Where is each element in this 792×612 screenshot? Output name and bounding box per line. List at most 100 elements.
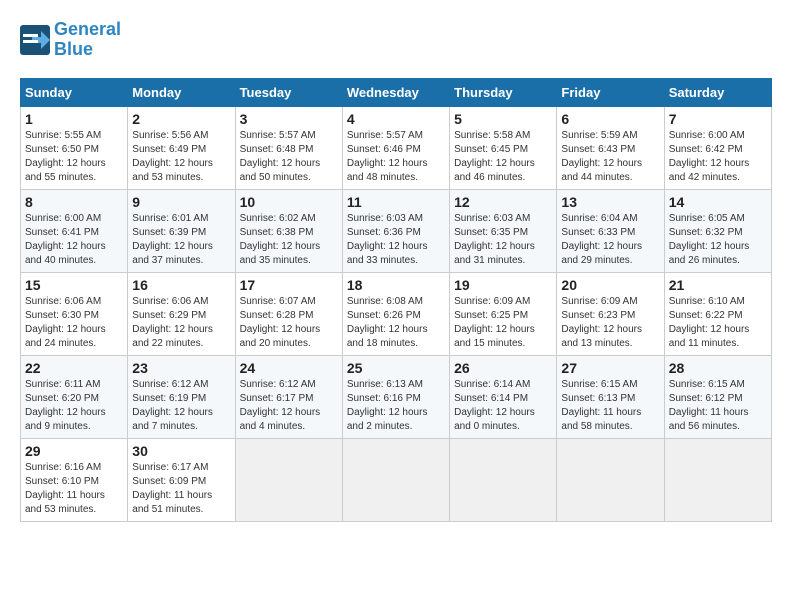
calendar-cell xyxy=(557,438,664,521)
day-info: Sunrise: 5:56 AM Sunset: 6:49 PM Dayligh… xyxy=(132,129,230,185)
calendar-cell: 29 Sunrise: 6:16 AM Sunset: 6:10 PM Dayli… xyxy=(21,438,128,521)
day-number: 18 xyxy=(347,277,445,293)
day-number: 8 xyxy=(25,194,123,210)
day-info: Sunrise: 5:58 AM Sunset: 6:45 PM Dayligh… xyxy=(454,129,552,185)
calendar-week-row-1: 1 Sunrise: 5:55 AM Sunset: 6:50 PM Daylig… xyxy=(21,106,772,189)
calendar-cell: 27 Sunrise: 6:15 AM Sunset: 6:13 PM Dayli… xyxy=(557,355,664,438)
calendar-week-row-5: 29 Sunrise: 6:16 AM Sunset: 6:10 PM Dayli… xyxy=(21,438,772,521)
day-number: 23 xyxy=(132,360,230,376)
day-info: Sunrise: 6:03 AM Sunset: 6:36 PM Dayligh… xyxy=(347,212,445,268)
weekday-header-wednesday: Wednesday xyxy=(342,78,449,106)
weekday-header-sunday: Sunday xyxy=(21,78,128,106)
day-number: 26 xyxy=(454,360,552,376)
day-number: 10 xyxy=(240,194,338,210)
day-number: 9 xyxy=(132,194,230,210)
day-info: Sunrise: 6:06 AM Sunset: 6:29 PM Dayligh… xyxy=(132,295,230,351)
calendar-cell: 25 Sunrise: 6:13 AM Sunset: 6:16 PM Dayli… xyxy=(342,355,449,438)
weekday-header-monday: Monday xyxy=(128,78,235,106)
day-info: Sunrise: 6:13 AM Sunset: 6:16 PM Dayligh… xyxy=(347,378,445,434)
day-info: Sunrise: 6:09 AM Sunset: 6:23 PM Dayligh… xyxy=(561,295,659,351)
day-info: Sunrise: 6:15 AM Sunset: 6:13 PM Dayligh… xyxy=(561,378,659,434)
calendar-cell: 6Sunrise: 5:59 AM Sunset: 6:43 PM Daylig… xyxy=(557,106,664,189)
weekday-header-friday: Friday xyxy=(557,78,664,106)
weekday-header-row: SundayMondayTuesdayWednesdayThursdayFrid… xyxy=(21,78,772,106)
calendar-cell: 10 Sunrise: 6:02 AM Sunset: 6:38 PM Dayli… xyxy=(235,189,342,272)
calendar-cell: 3 Sunrise: 5:57 AM Sunset: 6:48 PM Daylig… xyxy=(235,106,342,189)
weekday-header-thursday: Thursday xyxy=(450,78,557,106)
day-number: 12 xyxy=(454,194,552,210)
day-number: 22 xyxy=(25,360,123,376)
calendar-cell xyxy=(450,438,557,521)
calendar-cell: 20 Sunrise: 6:09 AM Sunset: 6:23 PM Dayli… xyxy=(557,272,664,355)
day-number: 4 xyxy=(347,111,445,127)
calendar-week-row-2: 8 Sunrise: 6:00 AM Sunset: 6:41 PM Daylig… xyxy=(21,189,772,272)
day-info: Sunrise: 6:02 AM Sunset: 6:38 PM Dayligh… xyxy=(240,212,338,268)
calendar-cell: 26 Sunrise: 6:14 AM Sunset: 6:14 PM Dayli… xyxy=(450,355,557,438)
day-info: Sunrise: 6:10 AM Sunset: 6:22 PM Dayligh… xyxy=(669,295,767,351)
calendar-week-row-4: 22 Sunrise: 6:11 AM Sunset: 6:20 PM Dayli… xyxy=(21,355,772,438)
day-number: 1 xyxy=(25,111,123,127)
day-number: 3 xyxy=(240,111,338,127)
calendar-cell: 4Sunrise: 5:57 AM Sunset: 6:46 PM Daylig… xyxy=(342,106,449,189)
calendar-cell: 12 Sunrise: 6:03 AM Sunset: 6:35 PM Dayli… xyxy=(450,189,557,272)
calendar-cell: 14 Sunrise: 6:05 AM Sunset: 6:32 PM Dayli… xyxy=(664,189,771,272)
day-number: 7 xyxy=(669,111,767,127)
calendar-cell: 28 Sunrise: 6:15 AM Sunset: 6:12 PM Dayli… xyxy=(664,355,771,438)
logo-text: General Blue xyxy=(54,20,121,60)
calendar-week-row-3: 15 Sunrise: 6:06 AM Sunset: 6:30 PM Dayli… xyxy=(21,272,772,355)
day-info: Sunrise: 6:09 AM Sunset: 6:25 PM Dayligh… xyxy=(454,295,552,351)
logo: General Blue xyxy=(20,20,121,60)
calendar-cell xyxy=(664,438,771,521)
day-number: 2 xyxy=(132,111,230,127)
day-info: Sunrise: 6:03 AM Sunset: 6:35 PM Dayligh… xyxy=(454,212,552,268)
calendar-cell: 21Sunrise: 6:10 AM Sunset: 6:22 PM Dayli… xyxy=(664,272,771,355)
day-number: 16 xyxy=(132,277,230,293)
day-number: 29 xyxy=(25,443,123,459)
day-number: 20 xyxy=(561,277,659,293)
calendar-cell: 18 Sunrise: 6:08 AM Sunset: 6:26 PM Dayli… xyxy=(342,272,449,355)
logo-icon xyxy=(20,25,50,55)
day-number: 28 xyxy=(669,360,767,376)
calendar-cell: 11 Sunrise: 6:03 AM Sunset: 6:36 PM Dayli… xyxy=(342,189,449,272)
weekday-header-tuesday: Tuesday xyxy=(235,78,342,106)
calendar-cell: 1 Sunrise: 5:55 AM Sunset: 6:50 PM Daylig… xyxy=(21,106,128,189)
day-info: Sunrise: 5:55 AM Sunset: 6:50 PM Dayligh… xyxy=(25,129,123,185)
calendar-cell: 13Sunrise: 6:04 AM Sunset: 6:33 PM Dayli… xyxy=(557,189,664,272)
day-info: Sunrise: 6:11 AM Sunset: 6:20 PM Dayligh… xyxy=(25,378,123,434)
calendar-cell: 15 Sunrise: 6:06 AM Sunset: 6:30 PM Dayli… xyxy=(21,272,128,355)
day-info: Sunrise: 6:08 AM Sunset: 6:26 PM Dayligh… xyxy=(347,295,445,351)
day-info: Sunrise: 6:06 AM Sunset: 6:30 PM Dayligh… xyxy=(25,295,123,351)
day-number: 14 xyxy=(669,194,767,210)
day-number: 19 xyxy=(454,277,552,293)
calendar-cell: 30Sunrise: 6:17 AM Sunset: 6:09 PM Dayli… xyxy=(128,438,235,521)
calendar-table: SundayMondayTuesdayWednesdayThursdayFrid… xyxy=(20,78,772,522)
day-info: Sunrise: 6:15 AM Sunset: 6:12 PM Dayligh… xyxy=(669,378,767,434)
day-info: Sunrise: 6:14 AM Sunset: 6:14 PM Dayligh… xyxy=(454,378,552,434)
day-number: 5 xyxy=(454,111,552,127)
day-number: 25 xyxy=(347,360,445,376)
day-info: Sunrise: 6:17 AM Sunset: 6:09 PM Dayligh… xyxy=(132,461,230,517)
day-info: Sunrise: 5:57 AM Sunset: 6:48 PM Dayligh… xyxy=(240,129,338,185)
day-number: 17 xyxy=(240,277,338,293)
day-info: Sunrise: 5:59 AM Sunset: 6:43 PM Dayligh… xyxy=(561,129,659,185)
calendar-cell xyxy=(342,438,449,521)
day-info: Sunrise: 6:16 AM Sunset: 6:10 PM Dayligh… xyxy=(25,461,123,517)
calendar-cell: 8 Sunrise: 6:00 AM Sunset: 6:41 PM Daylig… xyxy=(21,189,128,272)
day-number: 27 xyxy=(561,360,659,376)
calendar-cell: 2 Sunrise: 5:56 AM Sunset: 6:49 PM Daylig… xyxy=(128,106,235,189)
day-info: Sunrise: 6:00 AM Sunset: 6:42 PM Dayligh… xyxy=(669,129,767,185)
weekday-header-saturday: Saturday xyxy=(664,78,771,106)
day-info: Sunrise: 6:05 AM Sunset: 6:32 PM Dayligh… xyxy=(669,212,767,268)
calendar-cell xyxy=(235,438,342,521)
day-info: Sunrise: 6:04 AM Sunset: 6:33 PM Dayligh… xyxy=(561,212,659,268)
calendar-cell: 23 Sunrise: 6:12 AM Sunset: 6:19 PM Dayli… xyxy=(128,355,235,438)
day-number: 11 xyxy=(347,194,445,210)
day-number: 24 xyxy=(240,360,338,376)
calendar-cell: 22 Sunrise: 6:11 AM Sunset: 6:20 PM Dayli… xyxy=(21,355,128,438)
day-number: 15 xyxy=(25,277,123,293)
day-info: Sunrise: 6:07 AM Sunset: 6:28 PM Dayligh… xyxy=(240,295,338,351)
day-info: Sunrise: 6:00 AM Sunset: 6:41 PM Dayligh… xyxy=(25,212,123,268)
calendar-cell: 17 Sunrise: 6:07 AM Sunset: 6:28 PM Dayli… xyxy=(235,272,342,355)
calendar-cell: 24Sunrise: 6:12 AM Sunset: 6:17 PM Dayli… xyxy=(235,355,342,438)
day-info: Sunrise: 6:12 AM Sunset: 6:19 PM Dayligh… xyxy=(132,378,230,434)
